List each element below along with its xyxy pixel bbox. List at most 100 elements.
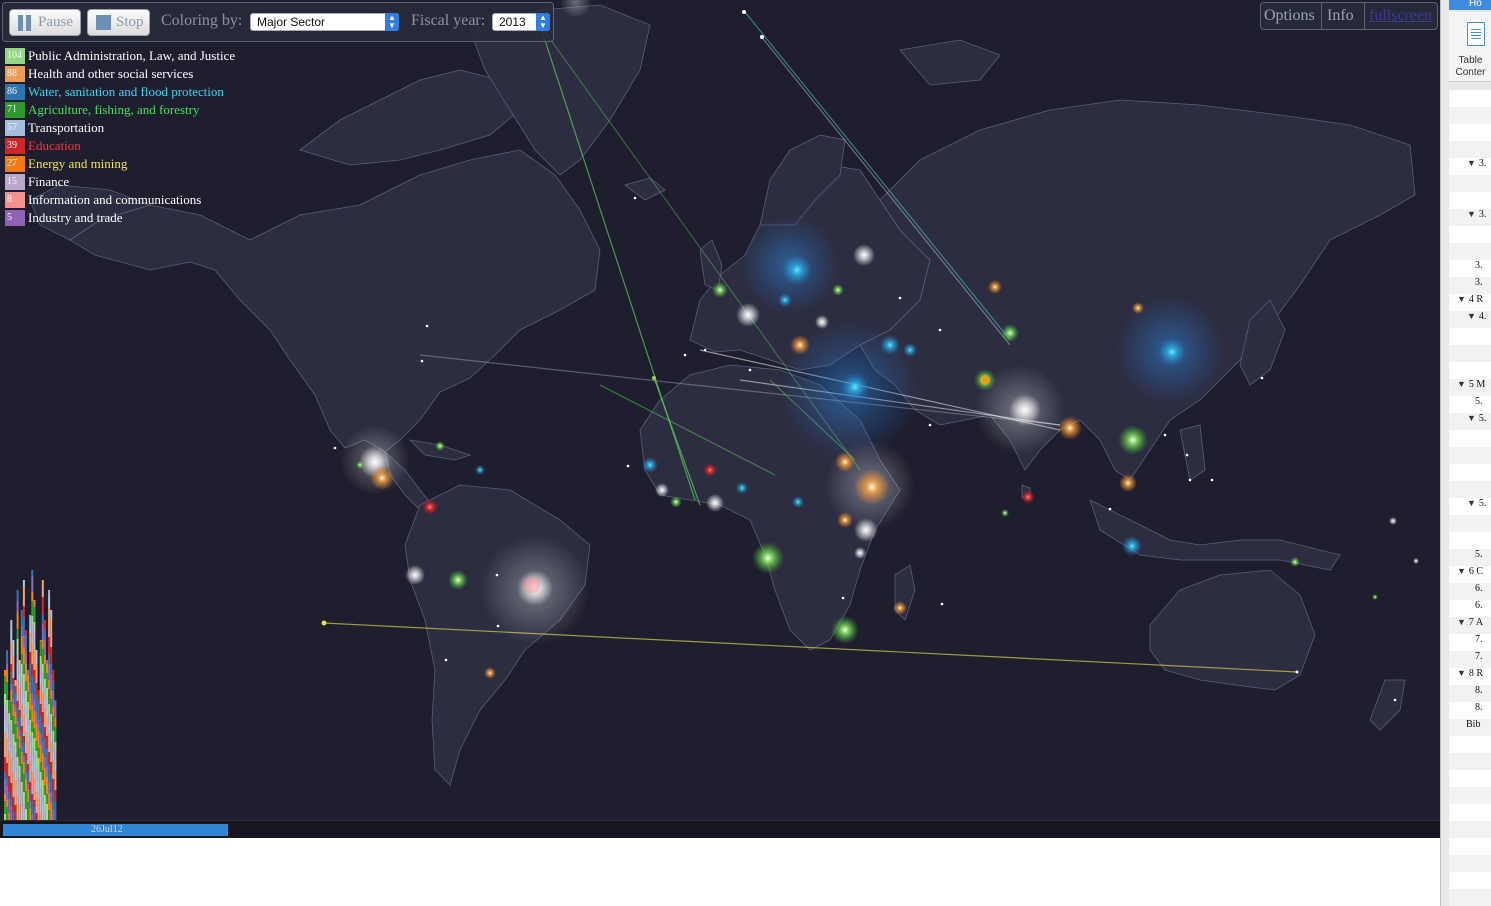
legend-count-swatch: 86 bbox=[5, 84, 25, 100]
legend-count-swatch: 8 bbox=[5, 192, 25, 208]
histogram-segment bbox=[41, 624, 44, 640]
project-blob bbox=[837, 512, 853, 528]
pause-button[interactable]: Pause bbox=[9, 9, 81, 36]
histogram-segment bbox=[22, 636, 25, 647]
histogram-segment bbox=[43, 664, 46, 679]
toc-row[interactable]: 3. bbox=[1475, 277, 1483, 288]
timeline-bar[interactable]: 26Jul12 bbox=[0, 820, 1440, 838]
toc-row[interactable]: ▼ 4 R bbox=[1457, 294, 1483, 305]
dot bbox=[1210, 478, 1214, 482]
disclosure-triangle-icon[interactable]: ▼ bbox=[1467, 498, 1476, 508]
histogram-segment bbox=[8, 767, 11, 776]
histogram-segment bbox=[10, 642, 13, 650]
disclosure-triangle-icon[interactable]: ▼ bbox=[1457, 379, 1466, 389]
histogram-segment bbox=[52, 739, 55, 753]
fullscreen-link[interactable]: fullscreen bbox=[1369, 7, 1432, 25]
disclosure-triangle-icon[interactable]: ▼ bbox=[1457, 617, 1466, 627]
histogram-segment bbox=[31, 592, 34, 601]
project-blob bbox=[1001, 509, 1009, 517]
histogram-segment bbox=[35, 677, 38, 683]
histogram-segment bbox=[4, 780, 6, 794]
disclosure-triangle-icon[interactable]: ▼ bbox=[1467, 158, 1476, 168]
toc-row[interactable]: Bib bbox=[1466, 719, 1480, 730]
histogram-segment bbox=[10, 690, 13, 702]
histogram-segment bbox=[52, 707, 55, 716]
histogram-segment bbox=[25, 664, 27, 681]
toc-row[interactable]: 6. bbox=[1475, 600, 1483, 611]
project-blob bbox=[988, 280, 1002, 294]
toc-row[interactable]: ▼ 3. bbox=[1467, 158, 1486, 169]
histogram-segment bbox=[4, 794, 6, 801]
histogram-segment bbox=[33, 754, 36, 763]
disclosure-triangle-icon[interactable]: ▼ bbox=[1467, 209, 1476, 219]
histogram-segment bbox=[41, 664, 44, 672]
histogram-segment bbox=[25, 739, 27, 753]
toc-row-label: 3. bbox=[1475, 260, 1483, 271]
histogram-segment bbox=[20, 793, 23, 810]
project-blob bbox=[832, 284, 844, 296]
toc-row[interactable]: 7. bbox=[1475, 651, 1483, 662]
table-of-contents-button[interactable]: Table Conter bbox=[1449, 12, 1491, 82]
toc-row[interactable]: ▼ 5 M bbox=[1457, 379, 1485, 390]
histogram-segment bbox=[31, 722, 34, 732]
histogram-segment bbox=[48, 664, 51, 680]
histogram-segment bbox=[16, 795, 19, 811]
histogram-segment bbox=[50, 664, 53, 674]
toc-row[interactable]: 3. bbox=[1475, 260, 1483, 271]
toc-row[interactable]: 8. bbox=[1475, 702, 1483, 713]
histogram-segment bbox=[4, 676, 6, 694]
toc-row[interactable]: ▼ 7 A bbox=[1457, 617, 1483, 628]
options-link[interactable]: Options bbox=[1264, 7, 1315, 25]
histogram-segment bbox=[46, 804, 48, 820]
histogram-segment bbox=[12, 716, 15, 734]
project-blob bbox=[642, 457, 658, 473]
toc-row[interactable]: 5. bbox=[1475, 549, 1483, 560]
project-blob bbox=[1413, 558, 1419, 564]
histogram-segment bbox=[48, 637, 51, 654]
histogram-segment bbox=[4, 722, 6, 732]
toc-row-label: 4. bbox=[1478, 311, 1487, 322]
toc-row[interactable]: 6. bbox=[1475, 583, 1483, 594]
fiscal-year-select[interactable]: 2013 ▲ ▼ bbox=[492, 13, 550, 31]
histogram-segment bbox=[25, 681, 27, 691]
histogram-segment bbox=[35, 695, 38, 713]
toc-row[interactable]: ▼ 6 C bbox=[1457, 566, 1483, 577]
toc-row[interactable]: ▼ 5. bbox=[1467, 413, 1486, 424]
toc-row[interactable]: ▼ 4. bbox=[1467, 311, 1486, 322]
histogram-segment bbox=[29, 633, 32, 646]
project-blob bbox=[405, 565, 425, 585]
histogram-segment bbox=[16, 739, 19, 757]
histogram-segment bbox=[37, 806, 40, 820]
disclosure-triangle-icon[interactable]: ▼ bbox=[1467, 311, 1476, 321]
disclosure-triangle-icon[interactable]: ▼ bbox=[1457, 294, 1466, 304]
new-zealand-shape bbox=[1369, 679, 1406, 731]
histogram-segment bbox=[37, 690, 40, 702]
toc-row[interactable]: 5. bbox=[1475, 396, 1483, 407]
toc-row-label: 8. bbox=[1475, 702, 1483, 713]
disclosure-triangle-icon[interactable]: ▼ bbox=[1467, 413, 1476, 423]
histogram-segment bbox=[6, 763, 9, 778]
disclosure-triangle-icon[interactable]: ▼ bbox=[1457, 566, 1466, 576]
timeline-progress[interactable]: 26Jul12 bbox=[3, 824, 228, 836]
histogram-segment bbox=[18, 660, 21, 664]
panel-tab[interactable]: Ho bbox=[1449, 0, 1491, 10]
toc-row[interactable]: ▼ 8 R bbox=[1457, 668, 1483, 679]
histogram-segment bbox=[10, 664, 13, 671]
histogram-segment bbox=[25, 760, 27, 773]
coloring-select[interactable]: Major Sector ▲ ▼ bbox=[250, 13, 399, 31]
histogram-segment bbox=[43, 639, 46, 655]
histogram-segment bbox=[43, 727, 46, 739]
histogram-segment bbox=[12, 788, 15, 797]
histogram-segment bbox=[33, 630, 36, 644]
disclosure-triangle-icon[interactable]: ▼ bbox=[1457, 668, 1466, 678]
toc-row[interactable]: ▼ 3. bbox=[1467, 209, 1486, 220]
asia-shape bbox=[859, 99, 1416, 481]
info-link[interactable]: Info bbox=[1327, 7, 1354, 25]
stop-button[interactable]: Stop bbox=[87, 9, 150, 36]
toc-row[interactable]: ▼ 5. bbox=[1467, 498, 1486, 509]
histogram-segment bbox=[41, 805, 44, 820]
toc-row[interactable]: 7. bbox=[1475, 634, 1483, 645]
toc-row[interactable]: 8. bbox=[1475, 685, 1483, 696]
histogram-segment bbox=[35, 741, 38, 751]
legend-label: Industry and trade bbox=[28, 210, 123, 225]
